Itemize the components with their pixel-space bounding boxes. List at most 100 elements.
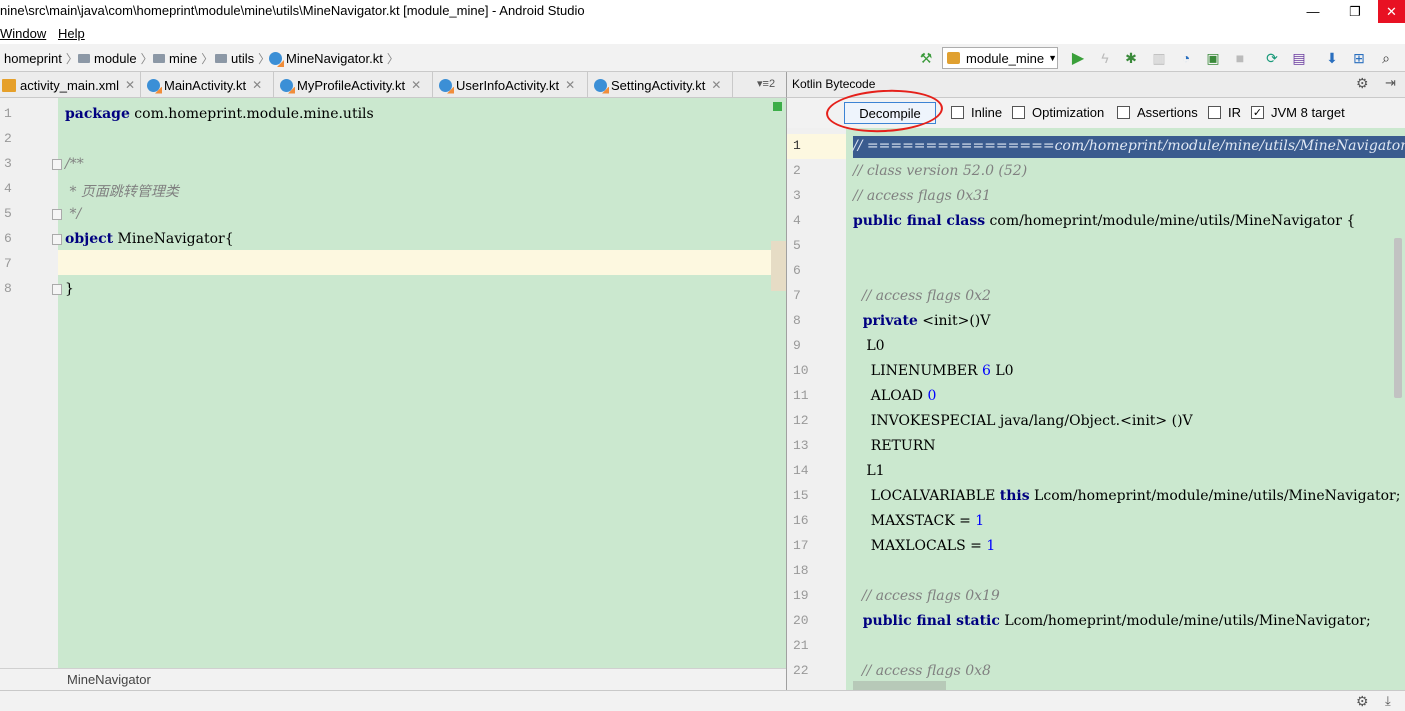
jvm8-target-checkbox[interactable]: ✓ JVM 8 target bbox=[1251, 105, 1345, 120]
hammer-icon[interactable]: ⚒ bbox=[917, 49, 935, 67]
number-literal: 1 bbox=[986, 538, 996, 554]
fold-marker-icon[interactable] bbox=[52, 209, 62, 220]
tab-main-activity[interactable]: MainActivity.kt ✕ bbox=[141, 72, 274, 98]
kotlin-class-icon bbox=[147, 78, 160, 92]
inspection-ok-icon[interactable] bbox=[773, 102, 782, 111]
navigation-bar: homeprint 〉 module 〉 mine 〉 utils 〉 MineNavi… bbox=[0, 44, 1405, 72]
assertions-checkbox[interactable]: Assertions bbox=[1117, 105, 1198, 120]
close-icon[interactable]: ✕ bbox=[125, 78, 135, 92]
bytecode-line-14: L1 bbox=[853, 463, 885, 479]
line-number: 9 bbox=[793, 338, 801, 353]
breadcrumb-module[interactable]: module 〉 bbox=[78, 50, 153, 67]
line-number: 20 bbox=[793, 613, 809, 628]
keyword: public final class bbox=[853, 213, 986, 229]
close-icon[interactable]: ✕ bbox=[411, 78, 421, 92]
breadcrumb-label: homeprint bbox=[4, 51, 62, 66]
bytecode-line-1: // ================com/homeprint/module/… bbox=[853, 138, 1405, 154]
hide-panel-icon[interactable]: ⤓ bbox=[1385, 693, 1391, 709]
hide-panel-icon[interactable]: ⇥ bbox=[1385, 75, 1396, 91]
run-configuration-select[interactable]: module_mine ▼ bbox=[942, 47, 1058, 69]
editor-breadcrumb-bar: MineNavigator bbox=[0, 668, 786, 690]
fold-marker-icon[interactable] bbox=[52, 159, 62, 170]
sdk-icon[interactable]: ⬇ bbox=[1323, 49, 1341, 67]
code-text: LOCALVARIABLE bbox=[853, 488, 1000, 504]
line-number: 3 bbox=[793, 188, 801, 203]
run-icon[interactable]: ▶ bbox=[1069, 49, 1087, 67]
line-number: 6 bbox=[4, 231, 12, 246]
line-number: 16 bbox=[793, 513, 809, 528]
bytecode-line-3: // access flags 0x31 bbox=[853, 188, 991, 204]
inline-checkbox[interactable]: Inline bbox=[951, 105, 1002, 120]
android-studio-window: nine\src\main\java\com\homeprint\module\… bbox=[0, 0, 1405, 711]
checkbox-box bbox=[951, 106, 964, 119]
menu-help[interactable]: Help bbox=[58, 26, 85, 41]
kotlin-object-icon bbox=[269, 52, 282, 65]
tabs-overflow-icon[interactable]: ▾≡2 bbox=[757, 77, 775, 90]
ir-checkbox[interactable]: IR bbox=[1208, 105, 1241, 120]
tab-setting-activity[interactable]: SettingActivity.kt ✕ bbox=[588, 72, 733, 98]
close-icon[interactable]: ✕ bbox=[711, 78, 721, 92]
project-structure-icon[interactable]: ⊞ bbox=[1350, 49, 1368, 67]
vertical-scrollbar[interactable] bbox=[1394, 238, 1402, 398]
bytecode-line-15: LOCALVARIABLE this Lcom/homeprint/module… bbox=[853, 488, 1401, 504]
breadcrumb-mine[interactable]: mine 〉 bbox=[153, 50, 213, 67]
code-line-8: } bbox=[65, 281, 74, 297]
editor-tabs: activity_main.xml ✕ MainActivity.kt ✕ My… bbox=[0, 72, 786, 98]
tab-my-profile-activity[interactable]: MyProfileActivity.kt ✕ bbox=[274, 72, 433, 98]
keyword: public final static bbox=[853, 613, 1000, 629]
breadcrumb-homeprint[interactable]: homeprint 〉 bbox=[4, 50, 78, 67]
minimize-button[interactable]: — bbox=[1290, 0, 1336, 23]
line-number: 1 bbox=[4, 106, 12, 121]
close-icon[interactable]: ✕ bbox=[565, 78, 575, 92]
tab-activity-main[interactable]: activity_main.xml ✕ bbox=[0, 72, 141, 98]
folder-icon bbox=[153, 54, 165, 63]
debug-icon[interactable]: ✱ bbox=[1122, 49, 1140, 67]
coverage-icon[interactable]: ▣ bbox=[1204, 49, 1222, 67]
number-literal: 1 bbox=[975, 513, 985, 529]
fold-marker-icon[interactable] bbox=[52, 234, 62, 245]
line-number: 17 bbox=[793, 538, 809, 553]
optimization-checkbox[interactable]: Optimization bbox=[1012, 105, 1104, 120]
line-number: 7 bbox=[793, 288, 801, 303]
keyword: private bbox=[853, 313, 918, 329]
profile-icon[interactable]: ▥ bbox=[1150, 49, 1168, 67]
fold-marker-icon[interactable] bbox=[52, 284, 62, 295]
menu-window[interactable]: Window bbox=[0, 26, 46, 41]
attach-icon[interactable]: ◔ bbox=[1177, 49, 1195, 67]
code-text: Lcom/homeprint/module/mine/utils/MineNav… bbox=[1029, 488, 1401, 504]
apply-changes-icon[interactable]: ϟ bbox=[1096, 49, 1114, 67]
search-icon[interactable]: ⌕ bbox=[1377, 49, 1395, 67]
code-text: <init>()V bbox=[917, 313, 991, 329]
breadcrumb-file[interactable]: MineNavigator.kt 〉 bbox=[269, 50, 399, 67]
gear-icon[interactable]: ⚙ bbox=[1356, 75, 1369, 92]
breadcrumb-label: mine bbox=[169, 51, 198, 66]
avd-icon[interactable]: ▤ bbox=[1290, 49, 1308, 67]
line-number: 8 bbox=[4, 281, 12, 296]
bytecode-viewer[interactable]: 1 2 3 4 5 6 7 8 9 10 11 12 13 14 15 16 1… bbox=[786, 128, 1405, 690]
line-number: 13 bbox=[793, 438, 809, 453]
line-number: 14 bbox=[793, 463, 809, 478]
restore-button[interactable]: ❐ bbox=[1332, 0, 1378, 23]
code-text: com.homeprint.module.mine.utils bbox=[129, 106, 374, 122]
bytecode-line-4: public final class com/homeprint/module/… bbox=[853, 213, 1355, 229]
code-line-6: object MineNavigator{ bbox=[65, 231, 234, 247]
close-button[interactable]: ✕ bbox=[1378, 0, 1405, 23]
line-number: 4 bbox=[4, 181, 12, 196]
bytecode-line-16: MAXSTACK = 1 bbox=[853, 513, 984, 529]
breadcrumb-label: utils bbox=[231, 51, 255, 66]
tab-user-info-activity[interactable]: UserInfoActivity.kt ✕ bbox=[433, 72, 588, 98]
line-number: 7 bbox=[4, 256, 12, 271]
tab-label: UserInfoActivity.kt bbox=[456, 77, 560, 93]
line-number: 15 bbox=[793, 488, 809, 503]
sync-icon[interactable]: ⟳ bbox=[1263, 49, 1281, 67]
gear-icon[interactable]: ⚙ bbox=[1356, 693, 1369, 710]
bytecode-line-17: MAXLOCALS = 1 bbox=[853, 538, 995, 554]
breadcrumb-utils[interactable]: utils 〉 bbox=[215, 50, 270, 67]
breadcrumb-label: MineNavigator.kt bbox=[286, 51, 383, 66]
horizontal-scrollbar[interactable] bbox=[853, 681, 946, 690]
code-editor[interactable]: 1 2 3 4 5 6 7 8 package com.homeprint.mo… bbox=[0, 98, 786, 668]
close-icon[interactable]: ✕ bbox=[252, 78, 262, 92]
stop-icon[interactable]: ■ bbox=[1231, 49, 1249, 67]
bytecode-line-12: INVOKESPECIAL java/lang/Object.<init> ()… bbox=[853, 413, 1193, 429]
editor-breadcrumb-label[interactable]: MineNavigator bbox=[67, 672, 151, 687]
